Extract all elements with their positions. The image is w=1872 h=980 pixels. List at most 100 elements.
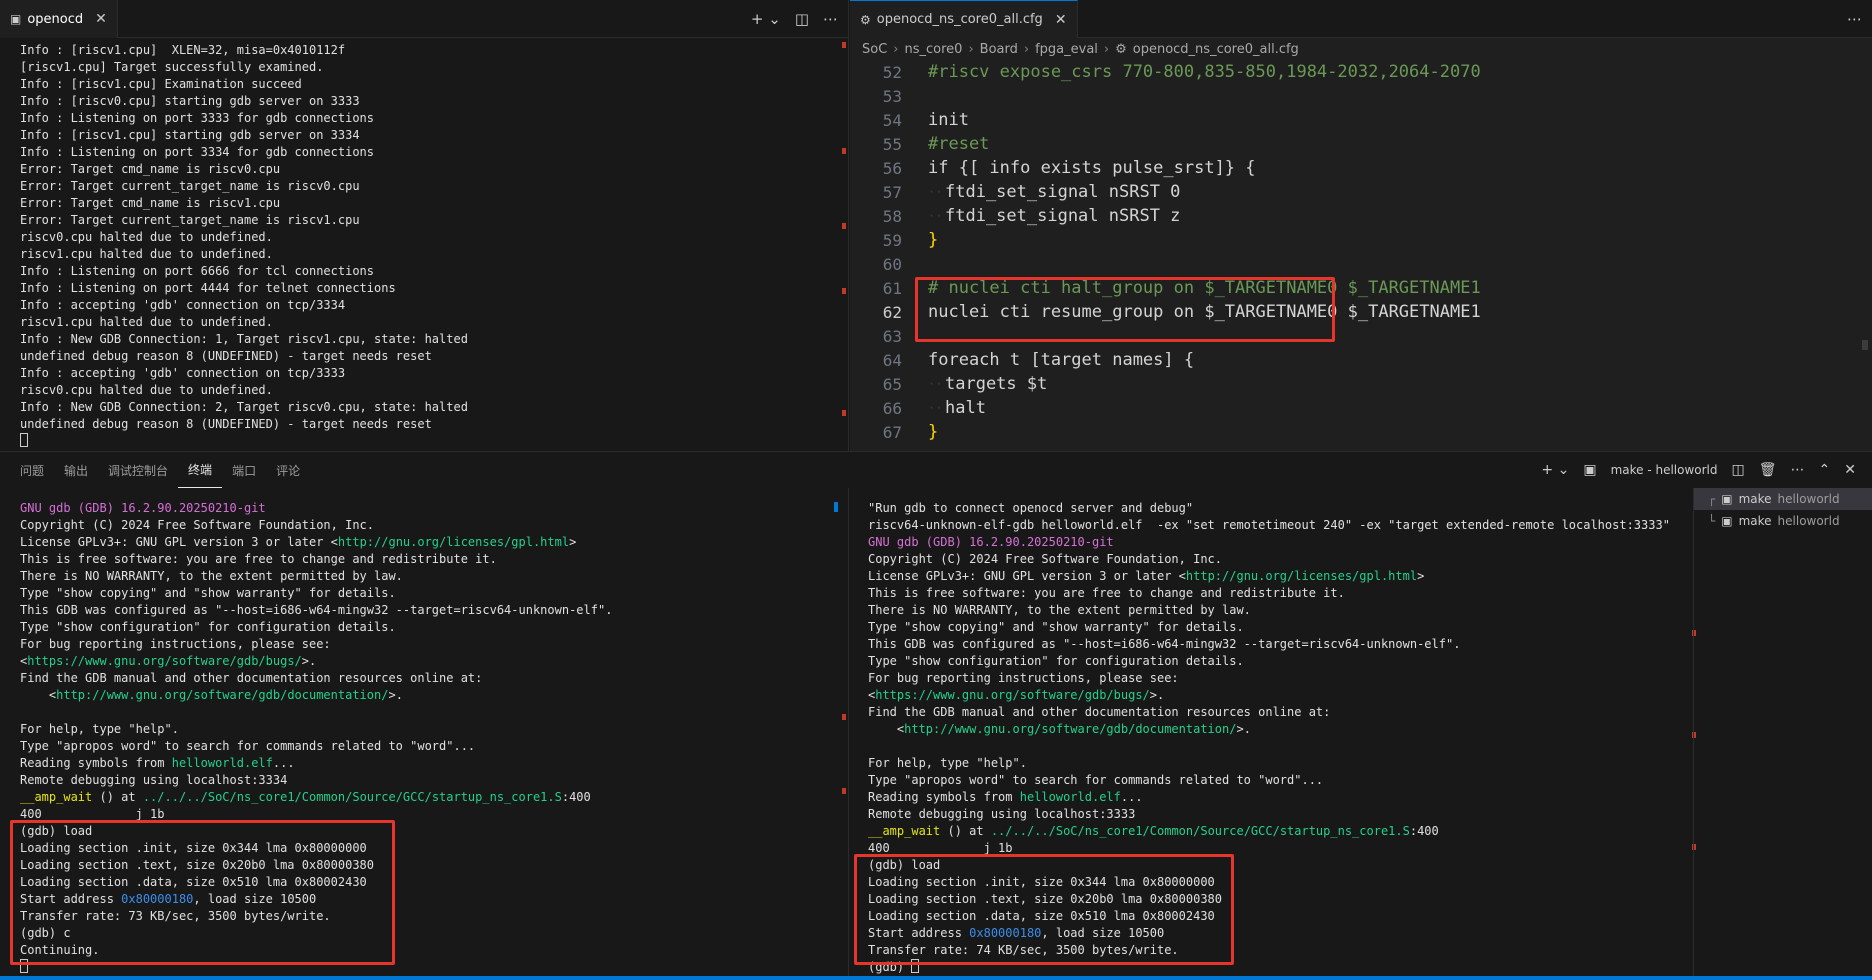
terminal-line: For help, type "help". — [20, 721, 612, 738]
terminal-text: https://www.gnu.org/software/gdb/bugs/ — [27, 654, 302, 668]
indent-guide: ·· — [928, 209, 943, 223]
code-text: halt — [945, 398, 986, 418]
panel-tab[interactable]: 问题 — [10, 452, 54, 488]
code-line[interactable]: 52 #riscv expose_csrs 770-800,835-850,198… — [850, 60, 1481, 84]
code-line[interactable]: 60 — [850, 252, 902, 276]
terminal-text: Reading symbols from — [868, 790, 1020, 804]
terminal-line: Type "show copying" and "show warranty" … — [868, 619, 1670, 636]
code-line[interactable]: 54 init — [850, 108, 969, 132]
minimap-slider[interactable] — [1862, 340, 1868, 350]
code-line[interactable]: 53 — [850, 84, 902, 108]
terminal-text: > — [569, 535, 577, 549]
code-line[interactable]: 64 foreach t [target names] { — [850, 348, 1194, 372]
breadcrumb-item[interactable]: ns_core0 — [905, 42, 963, 57]
scroll-marker — [842, 714, 846, 720]
tab-openocd[interactable]: ▣ openocd ✕ — [0, 0, 118, 38]
breadcrumb-item[interactable]: fpga_eval — [1035, 42, 1098, 57]
code-line[interactable]: 65 ·· targets $t — [850, 372, 1048, 396]
terminal-line: Remote debugging using localhost:3334 — [20, 772, 612, 789]
scroll-marker — [842, 788, 846, 794]
highlight-box-load-right — [854, 854, 1234, 965]
panel-tab[interactable]: 评论 — [266, 452, 310, 488]
log-line: Info : Listening on port 3334 for gdb co… — [20, 145, 375, 159]
code-text: #reset — [928, 134, 990, 154]
new-terminal-icon[interactable]: + ⌄ — [751, 10, 781, 28]
terminal-text: Type "show copying" and "show warranty" … — [868, 620, 1244, 634]
trash-icon[interactable]: 🗑 — [1759, 462, 1777, 478]
panel-tab[interactable]: 端口 — [222, 452, 266, 488]
terminal-item-name: make — [1738, 514, 1772, 528]
line-number: 54 — [882, 110, 902, 130]
code-line[interactable]: 59} — [850, 228, 939, 252]
code-line[interactable]: 63 — [850, 324, 902, 348]
breadcrumb-item[interactable]: Board — [980, 42, 1018, 57]
split-editor-icon[interactable]: ◫ — [795, 10, 809, 28]
terminal-text: __amp_wait — [868, 824, 941, 838]
breadcrumb-chevron-icon: › — [968, 41, 974, 57]
terminal-line: <https://www.gnu.org/software/gdb/bugs/>… — [20, 653, 612, 670]
more-actions-icon[interactable]: ⋯ — [823, 10, 838, 28]
terminal-text: helloworld.elf — [1019, 790, 1121, 804]
code-text: } — [928, 422, 939, 442]
line-number: 56 — [882, 158, 902, 178]
chevron-up-icon[interactable]: ⌃ — [1819, 462, 1831, 478]
terminal-text: ... — [1120, 790, 1143, 804]
code-line[interactable]: 57 ·· ftdi_set_signal nSRST 0 — [850, 180, 1181, 204]
panel-tab[interactable]: 终端 — [178, 452, 223, 488]
terminal-text: Reading symbols from — [20, 756, 172, 770]
bottom-panel: 问题 输出 调试控制台 终端 端口 评论 + ⌄ ▣ make - helloworld … — [0, 451, 1872, 980]
terminal-text: There is NO WARRANTY, to the extent perm… — [20, 569, 403, 583]
new-terminal-icon[interactable]: + ⌄ — [1541, 462, 1569, 478]
terminal-icon: ▣ — [1583, 462, 1597, 478]
log-line: Info : [riscv1.cpu] starting gdb server … — [20, 128, 360, 142]
panel-tab[interactable]: 调试控制台 — [98, 452, 178, 488]
terminal-line: For bug reporting instructions, please s… — [868, 670, 1670, 687]
log-line: riscv0.cpu halted due to undefined. — [20, 230, 273, 244]
code-line[interactable]: 58 ·· ftdi_set_signal nSRST z — [850, 204, 1181, 228]
terminal-line: Find the GDB manual and other documentat… — [20, 670, 612, 687]
terminal-text: < — [868, 722, 905, 736]
terminal-line: License GPLv3+: GNU GPL version 3 or lat… — [20, 534, 612, 551]
terminal-text: >. — [301, 654, 317, 668]
terminal-text: Type "show configuration" for configurat… — [868, 654, 1244, 668]
terminal-line: License GPLv3+: GNU GPL version 3 or lat… — [868, 568, 1670, 585]
terminal-name[interactable]: make - helloworld — [1611, 463, 1718, 477]
split-terminal-icon[interactable]: ◫ — [1732, 462, 1745, 478]
terminal-split-divider[interactable] — [848, 488, 849, 980]
terminal-list-item[interactable]: └ ▣ make helloworld — [1694, 510, 1872, 532]
breadcrumb-chevron-icon: › — [1023, 41, 1030, 57]
gear-icon: ⚙ — [860, 12, 871, 27]
terminal-list-item[interactable]: ┌ ▣ make helloworld — [1694, 488, 1872, 510]
code-line[interactable]: 56 if {[ info exists pulse_srst]} { — [850, 156, 1256, 180]
openocd-output[interactable]: Info : [riscv1.cpu] XLEN=32, misa=0x4010… — [20, 42, 468, 450]
breadcrumb-item[interactable]: SoC — [862, 42, 887, 57]
code-line[interactable]: 55 #reset — [850, 132, 990, 156]
terminal-line: <http://www.gnu.org/software/gdb/documen… — [20, 687, 612, 704]
code-area[interactable]: 52 #riscv expose_csrs 770-800,835-850,198… — [850, 60, 1872, 451]
code-line[interactable]: 67} — [850, 420, 939, 444]
terminal-list-divider — [1693, 488, 1694, 980]
terminal-text: >. — [1236, 722, 1251, 736]
cfg-editor: ⚙ openocd_ns_core0_all.cfg ✕ ⋯ SoC › ns_co… — [850, 0, 1872, 451]
code-line[interactable]: 61 # nuclei cti halt_group on $_TARGETNAM… — [850, 276, 1481, 300]
code-line[interactable]: 66 ·· halt — [850, 396, 986, 420]
log-line: Info : [riscv1.cpu] XLEN=32, misa=0x4010… — [20, 43, 346, 57]
close-icon[interactable]: ✕ — [1844, 462, 1856, 478]
breadcrumb-item[interactable]: openocd_ns_core0_all.cfg — [1133, 42, 1299, 57]
terminal-line: Type "apropos word" to search for comman… — [868, 772, 1670, 789]
tab-cfg-file[interactable]: ⚙ openocd_ns_core0_all.cfg ✕ — [850, 0, 1078, 38]
more-actions-icon[interactable]: ⋯ — [1791, 462, 1805, 478]
code-text: if {[ info exists pulse_srst]} { — [928, 158, 1256, 178]
close-icon[interactable]: ✕ — [1055, 12, 1067, 28]
terminal-text: For help, type "help". — [868, 756, 1027, 770]
panel-tab[interactable]: 输出 — [54, 452, 98, 488]
terminal-text: Remote debugging using localhost:3333 — [868, 807, 1136, 821]
close-icon[interactable]: ✕ — [95, 11, 107, 27]
code-text: ftdi_set_signal nSRST z — [945, 206, 1181, 226]
more-actions-icon[interactable]: ⋯ — [1847, 10, 1862, 28]
line-number: 57 — [882, 182, 902, 202]
code-line[interactable]: 62 nuclei cti resume_group on $_TARGETNAM… — [850, 300, 1481, 324]
terminal-text: () at — [940, 824, 991, 838]
panel-actions: + ⌄ ▣ make - helloworld ◫ 🗑 ⋯ ⌃ ✕ — [1541, 452, 1856, 488]
